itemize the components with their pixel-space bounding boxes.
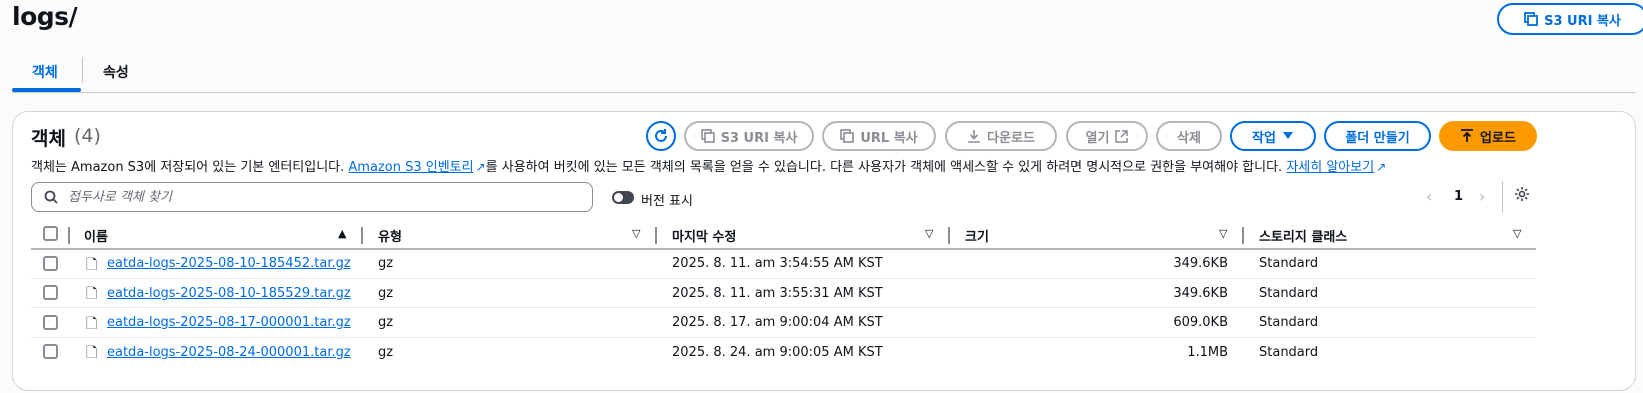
table-header-divider bbox=[31, 248, 1536, 250]
search-box[interactable] bbox=[31, 182, 593, 212]
toolbar-download-button[interactable]: 다운로드 bbox=[945, 121, 1057, 151]
refresh-button[interactable] bbox=[646, 121, 676, 151]
row-checkbox[interactable] bbox=[43, 344, 58, 359]
show-versions-toggle[interactable] bbox=[612, 191, 634, 204]
toolbar-create-folder-button[interactable]: 폴더 만들기 bbox=[1324, 121, 1431, 151]
row-checkbox[interactable] bbox=[43, 256, 58, 271]
objects-count: (4) bbox=[74, 125, 101, 147]
column-divider bbox=[1242, 227, 1244, 244]
search-icon bbox=[44, 190, 58, 204]
row-checkbox[interactable] bbox=[43, 285, 58, 300]
toolbar-download-label: 다운로드 bbox=[987, 130, 1035, 146]
column-divider bbox=[361, 227, 363, 244]
object-size: 609.0KB bbox=[1173, 315, 1228, 330]
object-type: gz bbox=[378, 256, 394, 271]
description-text-2: 를 사용하여 버킷에 있는 모든 객체의 목록을 얻을 수 있습니다. 다른 사… bbox=[485, 160, 1287, 175]
copy-icon bbox=[840, 129, 855, 143]
sort-ascending-icon[interactable]: ▲ bbox=[338, 227, 346, 240]
row-divider bbox=[31, 278, 1536, 279]
pagination-divider bbox=[1502, 181, 1503, 213]
select-all-checkbox[interactable] bbox=[43, 226, 58, 241]
toolbar-copy-uri-button[interactable]: S3 URI 복사 bbox=[684, 121, 814, 151]
column-header-name[interactable]: 이름 bbox=[84, 226, 108, 245]
download-icon bbox=[968, 130, 981, 143]
object-storage-class: Standard bbox=[1259, 315, 1319, 330]
toolbar-open-label: 열기 bbox=[1085, 130, 1110, 146]
objects-description: 객체는 Amazon S3에 저장되어 있는 기본 엔터티입니다. Amazon… bbox=[31, 156, 1386, 175]
object-type: gz bbox=[378, 345, 394, 360]
row-checkbox[interactable] bbox=[43, 315, 58, 330]
object-name-link[interactable]: eatda-logs-2025-08-17-000001.tar.gz bbox=[107, 315, 351, 330]
row-divider bbox=[31, 307, 1536, 308]
copy-icon bbox=[700, 129, 715, 143]
object-storage-class: Standard bbox=[1259, 256, 1319, 271]
search-input[interactable] bbox=[68, 189, 568, 205]
object-type: gz bbox=[378, 286, 394, 301]
upload-icon bbox=[1461, 129, 1474, 142]
file-icon: 🗋 bbox=[86, 257, 98, 273]
tab-properties[interactable]: 속성 bbox=[103, 62, 129, 82]
object-name-link[interactable]: eatda-logs-2025-08-24-000001.tar.gz bbox=[107, 345, 351, 360]
object-name-link[interactable]: eatda-logs-2025-08-10-185452.tar.gz bbox=[107, 256, 351, 271]
toolbar-delete-button[interactable]: 삭제 bbox=[1156, 121, 1222, 151]
toolbar-copy-url-button[interactable]: URL 복사 bbox=[822, 121, 936, 151]
file-icon: 🗋 bbox=[86, 316, 98, 332]
sort-icon[interactable]: ▽ bbox=[632, 227, 640, 240]
learn-more-link[interactable]: 자세히 알아보기 bbox=[1286, 160, 1374, 175]
external-link-icon: ↗ bbox=[1376, 160, 1387, 174]
chevron-left-icon[interactable]: ‹ bbox=[1426, 187, 1432, 206]
sort-icon[interactable]: ▽ bbox=[925, 227, 933, 240]
object-size: 349.6KB bbox=[1173, 286, 1228, 301]
toolbar-actions-dropdown[interactable]: 작업 bbox=[1230, 121, 1316, 151]
inventory-link[interactable]: Amazon S3 인벤토리 bbox=[348, 160, 473, 175]
external-link-icon bbox=[1115, 129, 1129, 143]
column-header-size[interactable]: 크기 bbox=[965, 226, 989, 245]
tabs-divider bbox=[12, 92, 1636, 93]
tab-objects[interactable]: 객체 bbox=[32, 62, 58, 82]
page-title: logs/ bbox=[12, 2, 78, 31]
toolbar-open-button[interactable]: 열기 bbox=[1066, 121, 1148, 151]
object-size: 349.6KB bbox=[1173, 256, 1228, 271]
refresh-icon bbox=[655, 129, 667, 142]
sort-icon[interactable]: ▽ bbox=[1219, 227, 1227, 240]
toolbar-copy-url-label: URL 복사 bbox=[860, 130, 918, 146]
toolbar-upload-button[interactable]: 업로드 bbox=[1439, 121, 1537, 151]
object-last-modified: 2025. 8. 24. am 9:00:05 AM KST bbox=[672, 345, 883, 360]
object-last-modified: 2025. 8. 11. am 3:55:31 AM KST bbox=[672, 286, 883, 301]
column-divider bbox=[655, 227, 657, 244]
chevron-right-icon[interactable]: › bbox=[1479, 187, 1485, 206]
object-size: 1.1MB bbox=[1187, 345, 1228, 360]
column-divider bbox=[948, 227, 950, 244]
object-last-modified: 2025. 8. 17. am 9:00:04 AM KST bbox=[672, 315, 883, 330]
toolbar-delete-label: 삭제 bbox=[1177, 130, 1201, 146]
column-divider bbox=[68, 227, 70, 244]
object-storage-class: Standard bbox=[1259, 345, 1319, 360]
row-divider bbox=[31, 337, 1536, 338]
page-number[interactable]: 1 bbox=[1454, 189, 1463, 204]
toolbar-copy-uri-label: S3 URI 복사 bbox=[720, 130, 798, 146]
file-icon: 🗋 bbox=[86, 286, 98, 302]
objects-title: 객체 bbox=[31, 128, 66, 150]
column-header-storage-class[interactable]: 스토리지 클래스 bbox=[1259, 226, 1347, 245]
object-last-modified: 2025. 8. 11. am 3:54:55 AM KST bbox=[672, 256, 883, 271]
object-storage-class: Standard bbox=[1259, 286, 1319, 301]
object-type: gz bbox=[378, 315, 394, 330]
copy-icon bbox=[1524, 12, 1538, 26]
toolbar-upload-label: 업로드 bbox=[1480, 130, 1516, 146]
external-link-icon: ↗ bbox=[475, 160, 486, 174]
tab-separator bbox=[82, 57, 83, 83]
description-text-1: 객체는 Amazon S3에 저장되어 있는 기본 엔터티입니다. bbox=[31, 160, 349, 175]
copy-s3-uri-label: S3 URI 복사 bbox=[1544, 13, 1621, 29]
show-versions-label: 버전 표시 bbox=[641, 194, 693, 209]
copy-s3-uri-button[interactable]: S3 URI 복사 bbox=[1497, 3, 1643, 35]
toolbar-actions-label: 작업 bbox=[1252, 130, 1276, 146]
sort-icon[interactable]: ▽ bbox=[1513, 227, 1521, 240]
column-header-last-modified[interactable]: 마지막 수정 bbox=[672, 226, 736, 245]
toolbar-create-folder-label: 폴더 만들기 bbox=[1345, 130, 1410, 146]
object-name-link[interactable]: eatda-logs-2025-08-10-185529.tar.gz bbox=[107, 286, 351, 301]
column-header-type[interactable]: 유형 bbox=[378, 226, 402, 245]
gear-icon[interactable] bbox=[1514, 186, 1530, 206]
caret-down-icon bbox=[1282, 132, 1293, 139]
file-icon: 🗋 bbox=[86, 345, 98, 361]
